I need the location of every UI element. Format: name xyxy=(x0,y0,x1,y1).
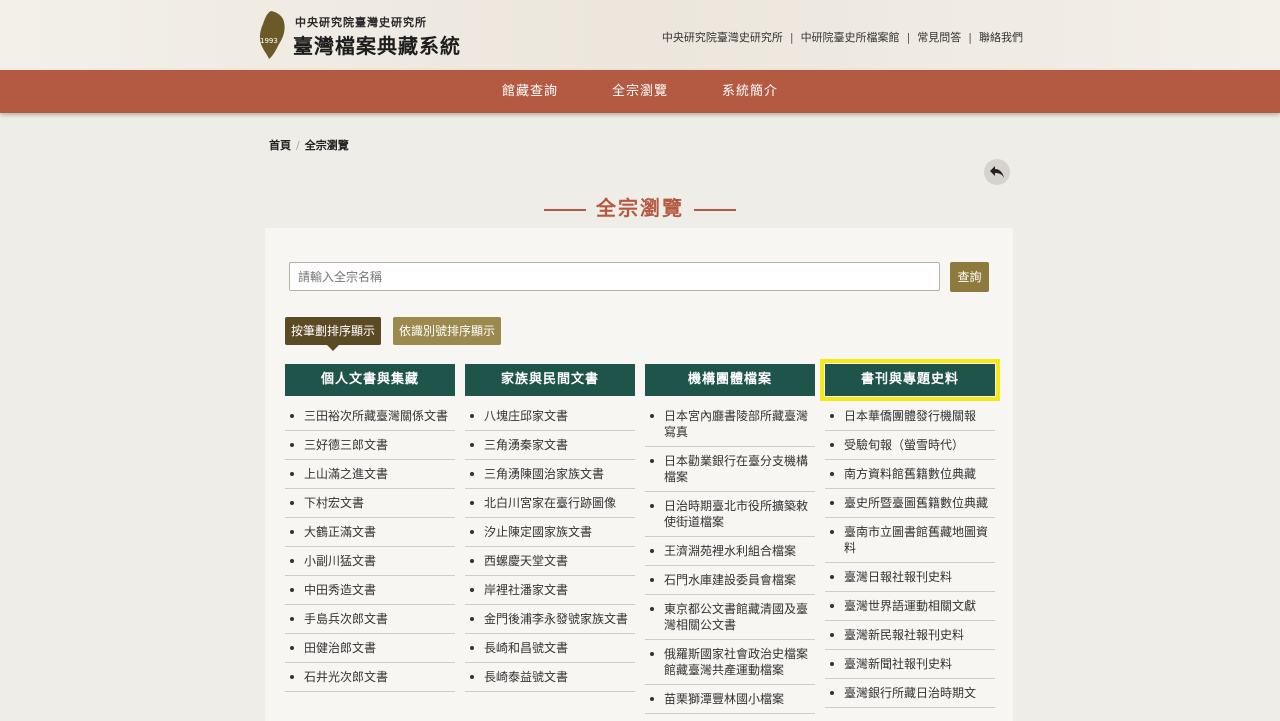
list-item[interactable]: 石門水庫建設委員會檔案 xyxy=(645,566,815,595)
top-links: 中央研究院臺灣史研究所 | 中研院臺史所檔案館 | 常見問答 | 聯絡我們 xyxy=(662,29,1023,45)
link-faq[interactable]: 常見問答 xyxy=(917,31,961,44)
list-item[interactable]: 三田裕次所藏臺灣關係文書 xyxy=(285,402,455,431)
main-nav: 館藏查詢 全宗瀏覽 系統簡介 xyxy=(0,70,1280,113)
list-item[interactable]: 臺史所暨臺圖舊籍數位典藏 xyxy=(825,489,995,518)
divider: | xyxy=(906,31,911,44)
list-item[interactable]: 受驗旬報（螢雪時代） xyxy=(825,431,995,460)
list-item[interactable]: 苗栗獅潭豐林國小檔案 xyxy=(645,685,815,714)
breadcrumb: 首頁 / 全宗瀏覽 xyxy=(269,137,349,153)
link-ith[interactable]: 中央研究院臺灣史研究所 xyxy=(662,31,783,44)
list-item[interactable]: 金門後浦李永發號家族文書 xyxy=(465,605,635,634)
sort-by-stroke-button[interactable]: 按筆劃排序顯示 xyxy=(285,317,382,351)
list-item[interactable]: 石井光次郎文書 xyxy=(285,663,455,692)
nav-item-fonds-browse[interactable]: 全宗瀏覽 xyxy=(612,70,668,113)
fonds-search-input[interactable] xyxy=(289,262,940,291)
browse-panel: 查詢 按筆劃排序顯示 依識別號排序顯示 個人文書與集藏 三田裕次所藏臺灣關係文書… xyxy=(265,228,1013,721)
column-header-personal-papers[interactable]: 個人文書與集藏 xyxy=(285,364,455,396)
column-header-institutional-archives[interactable]: 機構團體檔案 xyxy=(645,364,815,396)
list-item[interactable]: 日本華僑團體發行機關報 xyxy=(825,402,995,431)
logo-institute: 中央研究院臺灣史研究所 xyxy=(295,16,427,29)
breadcrumb-separator: / xyxy=(296,139,300,152)
back-arrow-icon xyxy=(990,166,1004,178)
column-header-publications-special[interactable]: 書刊與專題史料 xyxy=(820,359,1000,401)
column-personal-papers: 個人文書與集藏 三田裕次所藏臺灣關係文書 三好德三郎文書 上山滿之進文書 下村宏… xyxy=(285,364,455,692)
column-publications-special: 書刊與專題史料 日本華僑團體發行機關報 受驗旬報（螢雪時代） 南方資料館舊籍數位… xyxy=(820,359,1000,708)
list-item[interactable]: 東京都公文書館藏清國及臺灣相關公文書 xyxy=(645,595,815,640)
list-item[interactable]: 大鶴正滿文書 xyxy=(285,518,455,547)
list-item[interactable]: 西螺慶天堂文書 xyxy=(465,547,635,576)
list-item[interactable]: 手島兵次郎文書 xyxy=(285,605,455,634)
list-item[interactable]: 北白川宮家在臺行跡圖像 xyxy=(465,489,635,518)
title-dash-right xyxy=(694,208,736,211)
column-family-folk-docs: 家族與民間文書 八塊庄邱家文書 三角湧秦家文書 三角湧陳國治家族文書 北白川宮家… xyxy=(465,364,635,692)
back-button[interactable] xyxy=(984,159,1010,185)
breadcrumb-home[interactable]: 首頁 xyxy=(269,139,291,152)
list-item[interactable]: 岸裡社潘家文書 xyxy=(465,576,635,605)
list-item[interactable]: 三角湧陳國治家族文書 xyxy=(465,460,635,489)
title-dash-left xyxy=(544,208,586,211)
divider: | xyxy=(789,31,794,44)
list-item[interactable]: 日治時期臺北市役所擴築敕使街道檔案 xyxy=(645,492,815,537)
page-title-text: 全宗瀏覽 xyxy=(596,196,684,220)
list-item[interactable]: 汐止陳定國家族文書 xyxy=(465,518,635,547)
list-item[interactable]: 臺灣新聞社報刊史料 xyxy=(825,650,995,679)
list-item[interactable]: 俄羅斯國家社會政治史檔案館藏臺灣共產運動檔案 xyxy=(645,640,815,685)
column-header-family-folk-docs[interactable]: 家族與民間文書 xyxy=(465,364,635,396)
list-item[interactable]: 臺南市立圖書館舊藏地圖資料 xyxy=(825,518,995,563)
site-logo[interactable]: 1993 中央研究院臺灣史研究所 臺灣檔案典藏系統 xyxy=(257,8,460,62)
list-item[interactable]: 下村宏文書 xyxy=(285,489,455,518)
list-item[interactable]: 長崎和昌號文書 xyxy=(465,634,635,663)
sort-by-id-button[interactable]: 依識別號排序顯示 xyxy=(393,317,502,345)
list-item[interactable]: 臺灣銀行所藏日治時期文 xyxy=(825,679,995,708)
list-item[interactable]: 臺灣新民報社報刊史料 xyxy=(825,621,995,650)
logo-year: 1993 xyxy=(260,37,278,45)
list-item[interactable]: 三好德三郎文書 xyxy=(285,431,455,460)
list-item[interactable]: 上山滿之進文書 xyxy=(285,460,455,489)
list-item[interactable]: 小副川猛文書 xyxy=(285,547,455,576)
list-item[interactable]: 南方資料館舊籍數位典藏 xyxy=(825,460,995,489)
list-item[interactable]: 長崎泰益號文書 xyxy=(465,663,635,692)
divider: | xyxy=(968,31,972,44)
nav-item-collection-search[interactable]: 館藏查詢 xyxy=(502,70,558,113)
header: 1993 中央研究院臺灣史研究所 臺灣檔案典藏系統 中央研究院臺灣史研究所 | 中研… xyxy=(0,0,1280,70)
list-item[interactable]: 三角湧秦家文書 xyxy=(465,431,635,460)
taiwan-logo-icon: 1993 xyxy=(259,11,285,59)
column-institutional-archives: 機構團體檔案 日本宮內廳書陵部所藏臺灣寫真 日本勸業銀行在臺分支機構檔案 日治時… xyxy=(645,364,815,714)
list-item[interactable]: 日本勸業銀行在臺分支機構檔案 xyxy=(645,447,815,492)
link-archives[interactable]: 中研院臺史所檔案館 xyxy=(801,31,900,44)
list-item[interactable]: 八塊庄邱家文書 xyxy=(465,402,635,431)
list-item[interactable]: 王濟淵苑裡水利組合檔案 xyxy=(645,537,815,566)
list-item[interactable]: 中田秀造文書 xyxy=(285,576,455,605)
breadcrumb-current: 全宗瀏覽 xyxy=(304,139,349,152)
page-title: 全宗瀏覽 xyxy=(0,192,1280,221)
list-item[interactable]: 田健治郎文書 xyxy=(285,634,455,663)
nav-item-about[interactable]: 系統簡介 xyxy=(722,70,778,113)
list-item[interactable]: 日本宮內廳書陵部所藏臺灣寫真 xyxy=(645,402,815,447)
logo-system-name: 臺灣檔案典藏系統 xyxy=(293,34,461,58)
search-button[interactable]: 查詢 xyxy=(950,262,989,292)
list-item[interactable]: 臺灣日報社報刊史料 xyxy=(825,563,995,592)
list-item[interactable]: 臺灣世界語運動相關文獻 xyxy=(825,592,995,621)
link-contact[interactable]: 聯絡我們 xyxy=(979,31,1023,44)
